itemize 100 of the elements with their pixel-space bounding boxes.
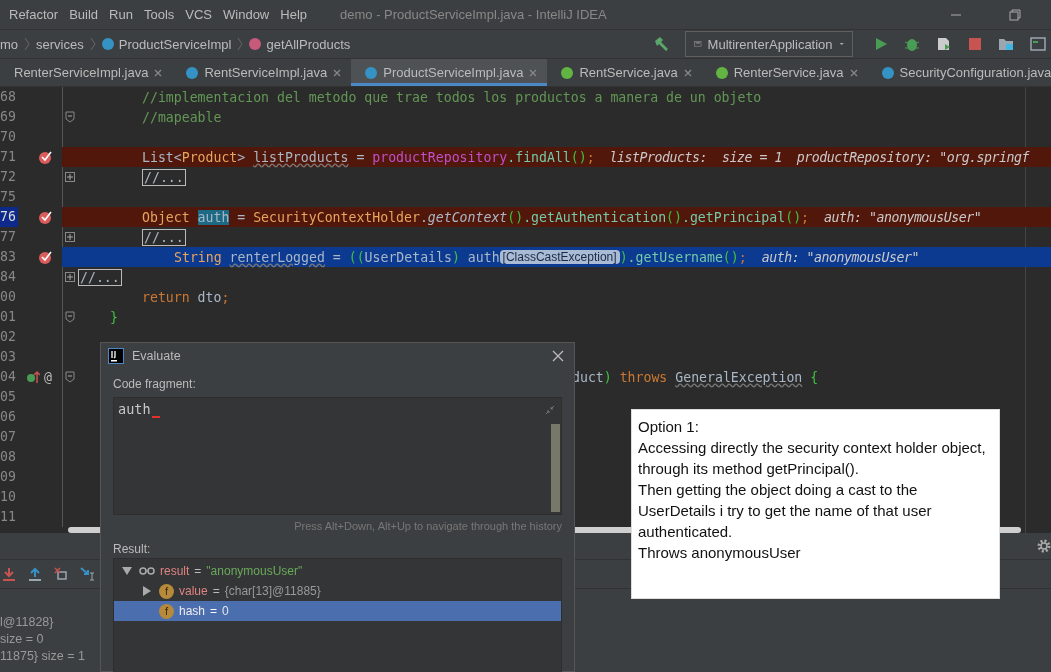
- tree-node[interactable]: f value = {char[13]@11885}: [114, 581, 561, 601]
- tree-node[interactable]: f hash = 0: [114, 601, 561, 621]
- line-number: 77: [0, 228, 17, 246]
- field-label: Result:: [113, 542, 151, 556]
- code-token: ): [603, 369, 612, 385]
- code-token: .findAll: [507, 149, 571, 165]
- step-out-icon[interactable]: [28, 567, 42, 581]
- circle-arrow-icon[interactable]: [26, 370, 41, 384]
- editor-tab[interactable]: ProductServiceImpl.java: [351, 59, 548, 86]
- code-token: auth: [467, 249, 500, 265]
- debug-icon[interactable]: [904, 36, 920, 52]
- line-number: 76: [0, 207, 18, 227]
- editor-tab[interactable]: RenterService.java: [701, 59, 868, 86]
- folded-code: //...: [142, 228, 186, 246]
- code-input-field[interactable]: auth: [113, 397, 562, 515]
- settings-icon[interactable]: [1037, 539, 1051, 553]
- code-token: GeneralException: [675, 369, 803, 385]
- breakpoint-icon[interactable]: [38, 250, 52, 264]
- note-text: Accessing directly the security context holder object, through its method getPrincipal().: [638, 438, 987, 479]
- run-to-cursor-icon[interactable]: [80, 567, 96, 581]
- code-token: Product: [181, 149, 238, 165]
- menu-item[interactable]: Tools: [143, 7, 175, 22]
- chevron-icon: [237, 37, 244, 51]
- code-token: =: [355, 149, 366, 165]
- fold-collapse-icon[interactable]: [65, 311, 75, 323]
- expanded-arrow-icon[interactable]: [122, 567, 132, 575]
- folder-icon[interactable]: [998, 37, 1014, 51]
- drop-frame-icon[interactable]: [54, 567, 68, 581]
- line-number: 04: [0, 368, 17, 386]
- menu-item[interactable]: Refactor: [9, 7, 59, 22]
- fold-expand-icon[interactable]: [65, 172, 75, 182]
- fold-collapse-icon[interactable]: [65, 111, 75, 123]
- line-number: 05: [0, 388, 17, 406]
- close-icon[interactable]: [849, 68, 858, 77]
- variable-value[interactable]: l@11828}: [0, 615, 54, 629]
- line-number: 00: [0, 288, 17, 306]
- variable-value[interactable]: 11875} size = 1: [0, 649, 85, 663]
- breadcrumb-item[interactable]: mo: [0, 36, 19, 52]
- code-token: throws: [618, 369, 669, 385]
- folded-code: //...: [142, 168, 186, 186]
- window-icon[interactable]: [1030, 37, 1046, 51]
- fold-collapse-icon[interactable]: [65, 371, 75, 383]
- line-number: 70: [0, 128, 17, 146]
- variable-value[interactable]: size = 0: [0, 632, 44, 646]
- step-into-icon[interactable]: [2, 567, 16, 581]
- menu-item[interactable]: Window: [223, 7, 270, 22]
- breakpoint-icon[interactable]: [38, 150, 52, 164]
- line-number: 08: [0, 448, 17, 466]
- close-icon[interactable]: [552, 350, 564, 362]
- code-token: ;: [738, 249, 747, 265]
- restore-icon[interactable]: [1009, 8, 1021, 21]
- line-number: 07: [0, 428, 17, 446]
- collapse-icon[interactable]: [545, 405, 555, 415]
- menu-item[interactable]: VCS: [185, 7, 212, 22]
- menu-item[interactable]: Help: [280, 7, 307, 22]
- breadcrumb-item[interactable]: getAllProducts: [249, 36, 351, 52]
- code-token: (): [570, 149, 587, 165]
- editor-tab[interactable]: RenterServiceImpl.java: [0, 59, 173, 86]
- exception-badge: [ClassCastException]: [499, 250, 620, 264]
- line-number: 84: [0, 268, 17, 286]
- breadcrumb-item[interactable]: ProductServiceImpl: [101, 36, 232, 52]
- annotation-marker: @: [44, 369, 52, 385]
- close-icon[interactable]: [154, 68, 163, 77]
- breadcrumb-item[interactable]: services: [36, 36, 84, 52]
- dropdown-caret-icon: [838, 41, 844, 47]
- run-icon[interactable]: [874, 37, 888, 51]
- coverage-icon[interactable]: [936, 36, 952, 52]
- line-number: 03: [0, 348, 17, 366]
- note-text: Then getting the object doing a cast to the UserDetails i try to get the name of that user authenticated.: [638, 480, 933, 542]
- code-token: ;: [586, 149, 595, 165]
- fold-expand-icon[interactable]: [65, 272, 75, 282]
- code-token: SecurityContextHolder: [253, 209, 420, 225]
- code-token: .getUsername: [627, 249, 723, 265]
- menu-item[interactable]: Build: [69, 7, 99, 22]
- close-icon[interactable]: [683, 68, 692, 77]
- code-token: auth: [197, 209, 230, 225]
- breakpoint-icon[interactable]: [38, 210, 52, 224]
- tree-node[interactable]: result = "anonymousUser": [114, 561, 561, 581]
- editor-tab[interactable]: RentServiceImpl.java: [172, 59, 352, 86]
- code-token: (): [722, 249, 739, 265]
- close-icon[interactable]: [333, 68, 342, 77]
- code-token: //mapeable: [142, 109, 222, 125]
- editor-tab[interactable]: RentService.java: [547, 59, 702, 86]
- editor-tab[interactable]: SecurityConfiguration.java: [867, 59, 1051, 86]
- fold-expand-icon[interactable]: [65, 232, 75, 242]
- line-number: 09: [0, 468, 17, 486]
- run-configuration-dropdown[interactable]: MultirenterApplication: [685, 31, 853, 57]
- code-token: ;: [801, 209, 810, 225]
- chevron-icon: [24, 37, 31, 51]
- menu-item[interactable]: Run: [109, 7, 133, 22]
- hammer-icon[interactable]: [653, 36, 669, 52]
- line-number: 68: [0, 88, 17, 106]
- folded-code: //...: [78, 268, 122, 286]
- code-token: Object: [142, 209, 191, 225]
- collapsed-arrow-icon[interactable]: [143, 586, 151, 596]
- stop-icon[interactable]: [968, 37, 982, 51]
- vertical-scrollbar[interactable]: [551, 424, 560, 512]
- line-number: 72: [0, 168, 17, 186]
- line-number: 69: [0, 108, 17, 126]
- method-icon: [249, 38, 262, 50]
